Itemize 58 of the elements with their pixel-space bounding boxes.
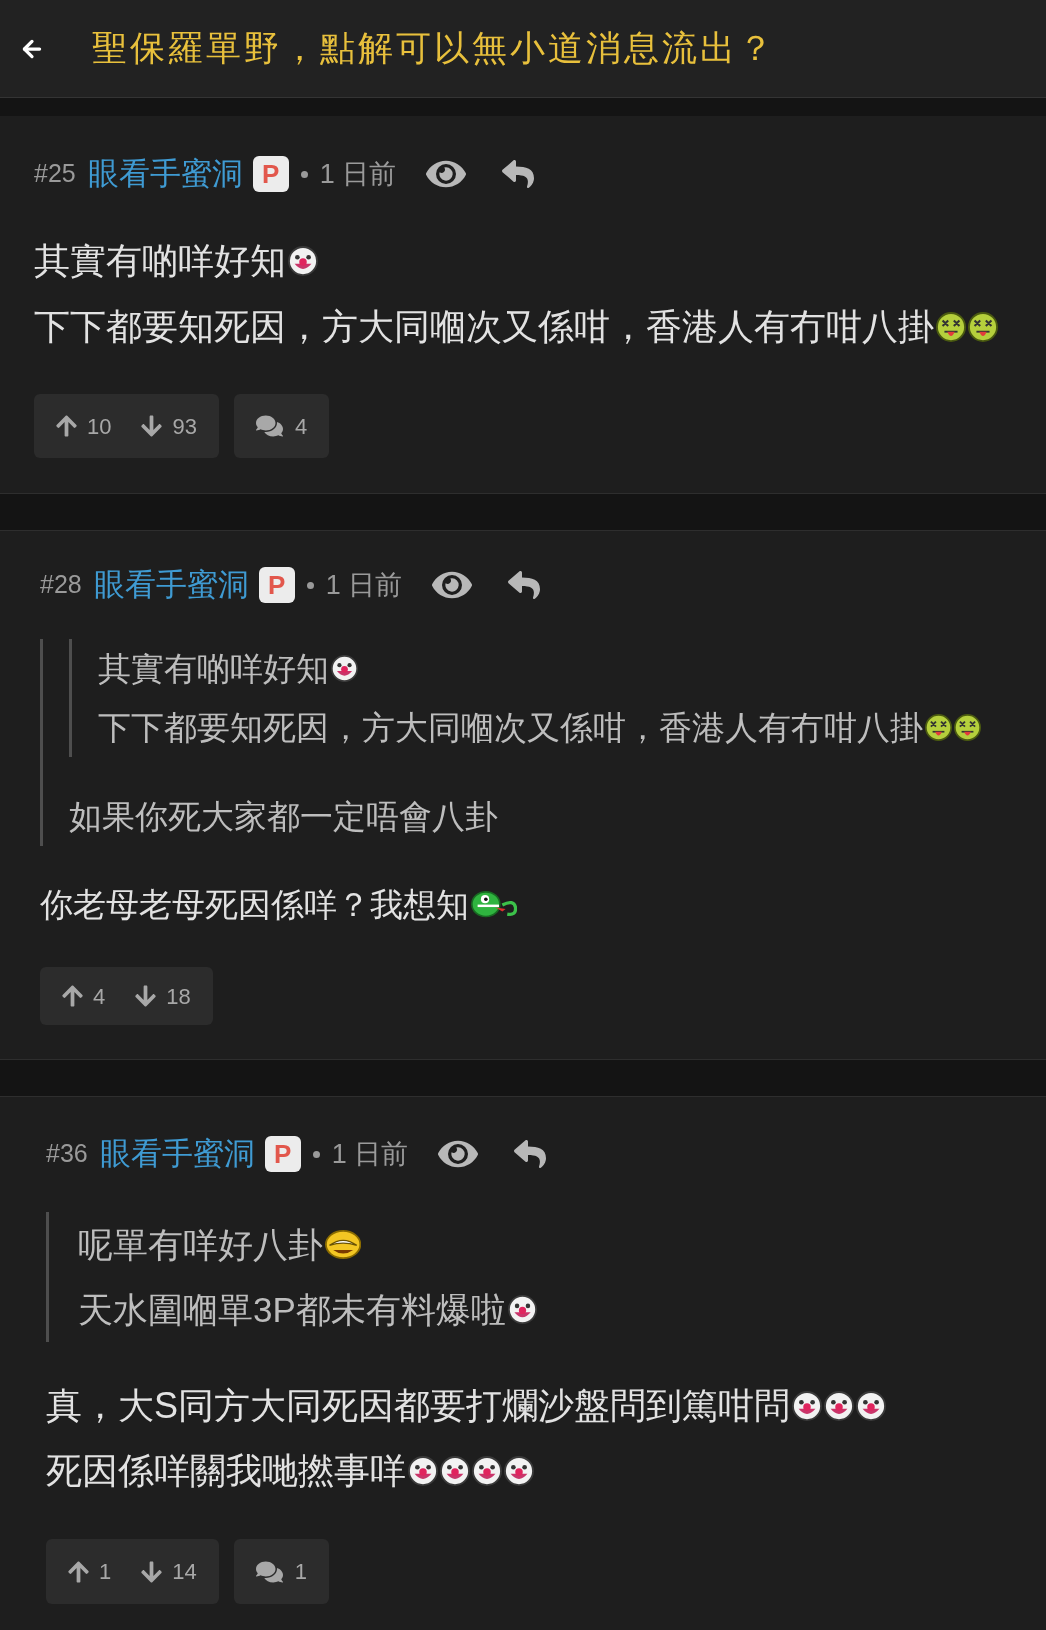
- clown-face-icon: [824, 1390, 854, 1421]
- comment-text: 真，大S同方大同死因都要打爛沙盤問到篤咁問: [46, 1383, 790, 1428]
- clown-face-icon: [408, 1455, 438, 1486]
- thread-title: 聖保羅單野，點解可以無小道消息流出？: [92, 27, 776, 70]
- username[interactable]: 眼看手蜜洞: [99, 1130, 255, 1178]
- comment-text: 死因係咩關我哋撚事咩: [46, 1448, 406, 1493]
- upvote-button[interactable]: 4: [62, 979, 106, 1013]
- arrow-down-icon: [141, 414, 163, 438]
- quote-text: 呢單有咩好八卦: [78, 1223, 323, 1266]
- upvote-button[interactable]: 10: [56, 409, 112, 443]
- quote-text: 下下都要知死因，方大同嗰次又係咁，香港人有冇咁八掛: [98, 707, 923, 748]
- quote-text: 天水圍嗰單3P都未有料爆啦: [78, 1288, 506, 1331]
- arrow-up-icon: [62, 984, 83, 1008]
- speech-bubbles-icon: [255, 1559, 283, 1584]
- post-number: #28: [40, 569, 82, 601]
- sick-face-icon: [968, 312, 998, 342]
- post-time: 1 日前: [331, 1137, 409, 1171]
- sick-face-icon: [954, 714, 981, 741]
- clown-face-icon: [331, 655, 358, 682]
- snake-icon: [471, 891, 518, 919]
- sick-face-icon: [925, 714, 952, 741]
- post-time: 1 日前: [319, 157, 397, 191]
- reply-icon[interactable]: [514, 1138, 547, 1170]
- downvote-button[interactable]: 18: [135, 979, 191, 1013]
- clown-face-icon: [440, 1455, 470, 1486]
- arrow-down-icon: [135, 984, 157, 1008]
- post-number: #36: [46, 1138, 88, 1170]
- post-time: 1 日前: [325, 568, 403, 602]
- username[interactable]: 眼看手蜜洞: [93, 561, 249, 609]
- clown-face-icon: [472, 1455, 502, 1486]
- quote-text: 其實有啲咩好知: [98, 648, 329, 689]
- downvote-button[interactable]: 14: [141, 1555, 197, 1588]
- sick-face-icon: [936, 312, 966, 342]
- arrow-down-icon: [141, 1559, 163, 1584]
- reply-icon[interactable]: [502, 158, 535, 190]
- downvote-button[interactable]: 93: [141, 409, 197, 443]
- clown-face-icon: [504, 1455, 534, 1486]
- upvote-button[interactable]: 1: [68, 1555, 112, 1588]
- comment-text: 下下都要知死因，方大同嗰次又係咁，香港人有冇咁八掛: [34, 305, 934, 349]
- quote-text: 如果你死大家都一定唔會八卦: [69, 796, 498, 837]
- clown-face-icon: [507, 1295, 537, 1324]
- user-badge: P: [252, 156, 289, 192]
- laughing-face-icon: [325, 1230, 362, 1259]
- comments-button[interactable]: 1: [233, 1539, 329, 1604]
- username[interactable]: 眼看手蜜洞: [87, 150, 243, 198]
- reply-icon[interactable]: [508, 569, 541, 601]
- comments-button[interactable]: 4: [233, 394, 330, 458]
- user-badge: P: [264, 1136, 301, 1172]
- post-number: #25: [34, 158, 76, 190]
- clown-face-icon: [856, 1390, 886, 1421]
- clown-face-icon: [792, 1390, 822, 1421]
- speech-bubbles-icon: [255, 414, 283, 438]
- arrow-up-icon: [68, 1559, 89, 1584]
- comment-text: 其實有啲咩好知: [34, 239, 286, 283]
- clown-face-icon: [288, 246, 318, 276]
- arrow-up-icon: [56, 414, 77, 438]
- comment-text: 你老母老母死因係咩？我想知: [40, 885, 469, 925]
- user-badge: P: [258, 567, 295, 603]
